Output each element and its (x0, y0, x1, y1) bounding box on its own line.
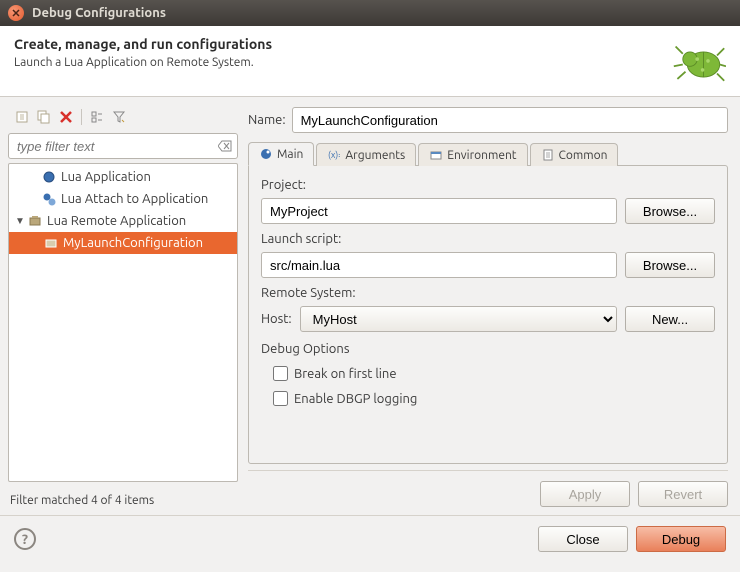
tree-item-mylaunchconfiguration[interactable]: MyLaunchConfiguration (9, 232, 237, 254)
window-close-button[interactable] (8, 5, 24, 21)
delete-config-button[interactable] (56, 107, 76, 127)
arguments-tab-icon: (x)= (327, 148, 341, 162)
name-input[interactable] (292, 107, 728, 133)
apply-button: Apply (540, 481, 630, 507)
new-config-button[interactable] (12, 107, 32, 127)
main-tab-pane: Project: Browse... Launch script: Browse… (248, 165, 728, 464)
script-input[interactable] (261, 252, 617, 278)
left-toolbar (8, 105, 238, 133)
header: Create, manage, and run configurations L… (0, 26, 740, 97)
tree-item-lua-attach[interactable]: Lua Attach to Application (9, 188, 237, 210)
project-label: Project: (261, 178, 715, 192)
tab-bar: Main (x)= Arguments Environment Common (244, 141, 732, 165)
debug-button[interactable]: Debug (636, 526, 726, 552)
window-title: Debug Configurations (32, 6, 166, 20)
tree-item-lua-application[interactable]: Lua Application (9, 166, 237, 188)
host-select[interactable]: MyHost (300, 306, 617, 332)
break-first-line-label[interactable]: Break on first line (294, 367, 397, 381)
tab-environment[interactable]: Environment (418, 143, 527, 166)
left-panel: Lua Application Lua Attach to Applicatio… (8, 105, 238, 507)
lua-attach-icon (41, 191, 57, 207)
header-subtitle: Launch a Lua Application on Remote Syste… (14, 56, 272, 69)
close-button[interactable]: Close (538, 526, 628, 552)
lua-remote-icon (27, 213, 43, 229)
tree-item-lua-remote[interactable]: ▼ Lua Remote Application (9, 210, 237, 232)
launch-config-icon (43, 235, 59, 251)
project-input[interactable] (261, 198, 617, 224)
filter-input[interactable] (8, 133, 238, 159)
apply-revert-bar: Apply Revert (248, 470, 728, 507)
help-button[interactable]: ? (14, 528, 36, 550)
dbgp-logging-label[interactable]: Enable DBGP logging (294, 392, 417, 406)
debug-options-label: Debug Options (261, 342, 715, 356)
filter-status: Filter matched 4 of 4 items (8, 482, 238, 507)
filter-clear-icon[interactable] (217, 138, 233, 154)
name-label: Name: (248, 113, 286, 127)
break-first-line-checkbox[interactable] (273, 366, 288, 381)
project-browse-button[interactable]: Browse... (625, 198, 715, 224)
collapse-all-button[interactable] (87, 107, 107, 127)
remote-system-label: Remote System: (261, 286, 715, 300)
debug-bug-icon (672, 36, 726, 84)
environment-tab-icon (429, 148, 443, 162)
dbgp-logging-checkbox[interactable] (273, 391, 288, 406)
tab-common[interactable]: Common (530, 143, 619, 166)
duplicate-config-button[interactable] (34, 107, 54, 127)
lua-app-icon (41, 169, 57, 185)
footer: ? Close Debug (0, 515, 740, 564)
host-label: Host: (261, 312, 292, 326)
script-label: Launch script: (261, 232, 715, 246)
common-tab-icon (541, 148, 555, 162)
filter-menu-button[interactable] (109, 107, 129, 127)
titlebar: Debug Configurations (0, 0, 740, 26)
svg-text:(x)=: (x)= (328, 150, 340, 160)
right-panel: Name: Main (x)= Arguments Environment Co… (244, 105, 732, 507)
main-tab-icon (259, 147, 273, 161)
host-new-button[interactable]: New... (625, 306, 715, 332)
tab-arguments[interactable]: (x)= Arguments (316, 143, 416, 166)
tab-main[interactable]: Main (248, 142, 314, 166)
script-browse-button[interactable]: Browse... (625, 252, 715, 278)
revert-button: Revert (638, 481, 728, 507)
header-title: Create, manage, and run configurations (14, 36, 272, 52)
config-tree[interactable]: Lua Application Lua Attach to Applicatio… (8, 163, 238, 482)
expander-icon[interactable]: ▼ (13, 215, 27, 227)
toolbar-separator (81, 109, 82, 125)
